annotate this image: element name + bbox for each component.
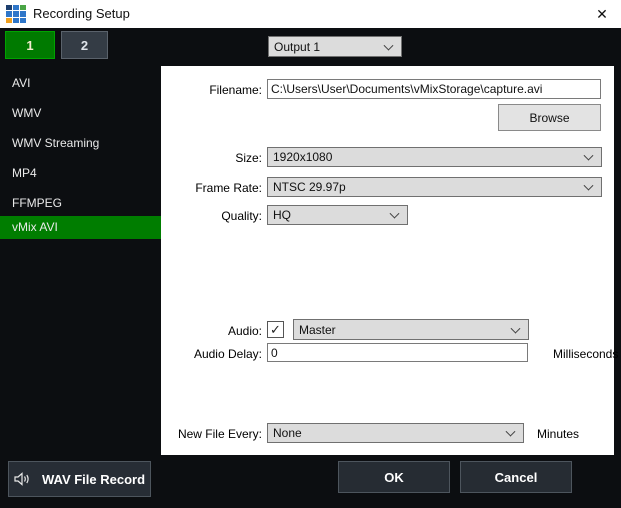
tab-recorder-1[interactable]: 1: [5, 31, 55, 59]
sidebar-item-ffmpeg[interactable]: FFMPEG: [0, 192, 161, 215]
sidebar-item-wmv-streaming[interactable]: WMV Streaming: [0, 132, 161, 155]
cancel-button[interactable]: Cancel: [460, 461, 572, 493]
recording-setup-dialog: Recording Setup ✕ 1 2 Output 1 AVI WMV W…: [0, 0, 621, 508]
wav-file-record-label: WAV File Record: [41, 471, 146, 487]
tab-recorder-2[interactable]: 2: [61, 31, 108, 59]
audio-delay-input[interactable]: [267, 343, 528, 362]
filename-label: Filename:: [209, 83, 262, 97]
frame-rate-select-value: NTSC 29.97p: [273, 180, 346, 194]
chevron-down-icon: [583, 180, 594, 191]
audio-bus-select[interactable]: Master: [293, 319, 529, 340]
speaker-icon: [14, 472, 30, 486]
ok-button[interactable]: OK: [338, 461, 450, 493]
frame-rate-select[interactable]: NTSC 29.97p: [267, 177, 602, 197]
new-file-every-label: New File Every:: [177, 427, 262, 441]
sidebar-item-mp4[interactable]: MP4: [0, 162, 161, 185]
chevron-down-icon: [510, 323, 521, 334]
sidebar-item-vmix-avi[interactable]: vMix AVI: [0, 216, 161, 239]
size-select-value: 1920x1080: [273, 150, 333, 164]
quality-label: Quality:: [221, 209, 262, 223]
dialog-title: Recording Setup: [33, 6, 130, 21]
size-select[interactable]: 1920x1080: [267, 147, 602, 167]
chevron-down-icon: [389, 208, 400, 219]
new-file-every-value: None: [273, 426, 302, 440]
audio-checkbox[interactable]: ✓: [267, 321, 284, 338]
new-file-every-unit: Minutes: [537, 427, 580, 441]
browse-button[interactable]: Browse: [498, 104, 601, 131]
wav-file-record-button[interactable]: WAV File Record: [8, 461, 151, 497]
chevron-down-icon: [505, 426, 516, 437]
audio-bus-select-value: Master: [299, 322, 336, 337]
quality-select-value: HQ: [273, 208, 291, 222]
audio-delay-label: Audio Delay:: [193, 347, 262, 361]
audio-delay-unit: Milliseconds: [553, 347, 619, 361]
filename-input[interactable]: [267, 79, 601, 99]
sidebar-item-wmv[interactable]: WMV: [0, 102, 161, 125]
titlebar: Recording Setup ✕: [0, 0, 621, 28]
check-icon: ✓: [270, 322, 281, 337]
output-select-value: Output 1: [274, 39, 321, 54]
close-icon[interactable]: ✕: [591, 4, 613, 24]
chevron-down-icon: [583, 150, 594, 161]
size-label: Size:: [235, 151, 262, 165]
output-select[interactable]: Output 1: [268, 36, 402, 57]
quality-select[interactable]: HQ: [267, 205, 408, 225]
audio-label: Audio:: [227, 324, 262, 338]
sidebar-item-avi[interactable]: AVI: [0, 72, 161, 95]
vmix-logo-icon: [6, 5, 26, 23]
new-file-every-select[interactable]: None: [267, 423, 524, 443]
chevron-down-icon: [383, 40, 394, 51]
frame-rate-label: Frame Rate:: [195, 181, 262, 195]
